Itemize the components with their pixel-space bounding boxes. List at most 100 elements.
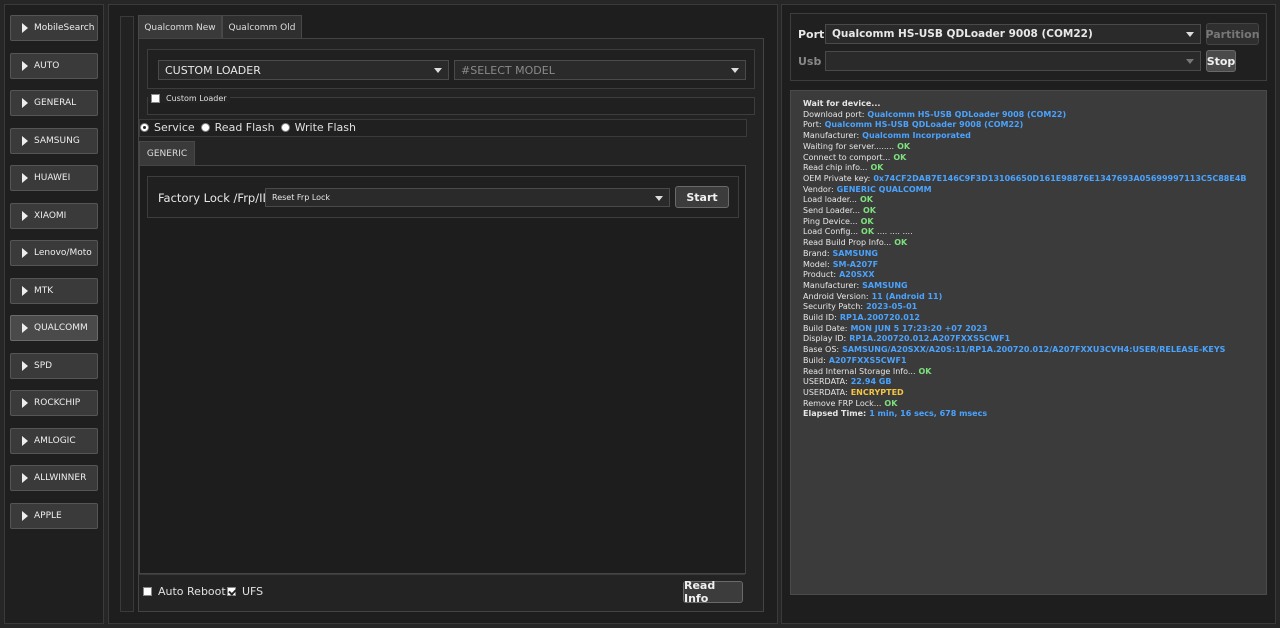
mode-label: Read Flash: [214, 121, 275, 134]
sidebar-item-xiaomi[interactable]: XIAOMI: [10, 202, 98, 229]
log-line: Download port: Qualcomm HS-USB QDLoader 9…: [803, 110, 1266, 121]
tab-qualcomm-new[interactable]: Qualcomm New: [138, 15, 222, 39]
log-text: Build ID:: [803, 313, 837, 323]
log-text: Vendor:: [803, 184, 834, 194]
radio-icon[interactable]: [140, 123, 149, 132]
port-group: Port Qualcomm HS-USB QDLoader 9008 (COM2…: [790, 13, 1267, 81]
log-text: Wait for device...: [803, 99, 881, 108]
log-value: 22.94 GB: [850, 377, 892, 387]
log-value: Qualcomm HS-USB QDLoader 9008 (COM22): [867, 109, 1067, 119]
side-rail: [120, 16, 134, 612]
sidebar-item-auto[interactable]: AUTO: [10, 52, 98, 79]
sidebar-item-label: MTK: [34, 285, 54, 296]
log-value: OK: [893, 152, 907, 162]
sidebar-item-mobilesearch[interactable]: MobileSearch: [10, 15, 98, 41]
port-select[interactable]: Qualcomm HS-USB QDLoader 9008 (COM22): [825, 24, 1201, 44]
port-label: Port: [798, 28, 825, 41]
checkbox-icon[interactable]: [151, 94, 160, 103]
chevron-down-icon: [1186, 59, 1194, 64]
play-arrow-icon: [22, 98, 28, 108]
log-text: USERDATA:: [803, 387, 848, 397]
sidebar-item-huawei[interactable]: HUAWEI: [10, 165, 98, 191]
log-text: Brand:: [803, 248, 830, 258]
log-value: OK: [894, 238, 908, 248]
sidebar-item-label: SPD: [34, 360, 53, 371]
log-text: Connect to comport...: [803, 152, 891, 162]
sidebar-item-apple[interactable]: APPLE: [10, 502, 98, 529]
mode-group: Service Read Flash Write Flash: [139, 119, 747, 137]
play-arrow-icon: [22, 285, 28, 296]
log-text: Build Date:: [803, 323, 848, 333]
sidebar-item-qualcomm[interactable]: QUALCOMM: [10, 315, 98, 341]
mode-radio-read-flash[interactable]: Read Flash: [200, 121, 275, 134]
ufs-label: UFS: [242, 585, 264, 598]
partition-button[interactable]: Partition: [1205, 23, 1260, 45]
sidebar-item-samsung[interactable]: SAMSUNG: [10, 127, 98, 154]
operation-select[interactable]: Reset Frp Lock: [265, 188, 670, 207]
bottom-bar: Auto Reboot UFS Read Info: [139, 574, 745, 607]
start-button-label: Start: [686, 190, 718, 204]
model-select[interactable]: #SELECT MODEL: [454, 60, 746, 80]
tab-qualcomm-old[interactable]: Qualcomm Old: [222, 15, 302, 39]
log-panel: Port Qualcomm HS-USB QDLoader 9008 (COM2…: [781, 4, 1276, 624]
tab-label: Qualcomm New: [144, 22, 216, 33]
sidebar-item-spd[interactable]: SPD: [10, 352, 98, 379]
mode-radio-service[interactable]: Service: [140, 121, 195, 134]
log-line: Manufacturer: Qualcomm Incorporated: [803, 131, 1266, 142]
sidebar-item-lenovo-moto[interactable]: Lenovo/Moto: [10, 240, 98, 266]
log-line: Base OS: SAMSUNG/A20SXX/A20S:11/RP1A.2007…: [803, 345, 1266, 356]
log-text: USERDATA:: [803, 377, 848, 387]
play-arrow-icon: [22, 248, 28, 258]
log-output[interactable]: Wait for device... Download port: Qualcomm…: [790, 90, 1267, 595]
stop-button[interactable]: Stop: [1206, 50, 1236, 72]
log-text: Android Version:: [803, 291, 869, 301]
radio-icon[interactable]: [280, 123, 290, 132]
usb-select[interactable]: [825, 51, 1201, 71]
sidebar-item-general[interactable]: GENERAL: [10, 90, 98, 116]
log-value: OK: [860, 216, 874, 226]
log-text: Build:: [803, 355, 826, 365]
log-value: RP1A.200720.012: [839, 313, 920, 323]
log-line: Security Patch: 2023-05-01: [803, 302, 1266, 313]
log-value: SAMSUNG: [832, 248, 878, 258]
sidebar-item-label: SAMSUNG: [34, 135, 80, 146]
tab-generic[interactable]: GENERIC: [139, 141, 195, 165]
ufs-checkbox[interactable]: UFS: [227, 585, 263, 598]
read-info-button[interactable]: Read Info: [683, 579, 743, 605]
sidebar-item-rockchip[interactable]: ROCKCHIP: [10, 390, 98, 416]
log-text: Elapsed Time:: [803, 409, 867, 419]
log-line: Read Internal Storage Info... OK: [803, 367, 1266, 378]
log-text: Waiting for server........: [803, 141, 895, 151]
sidebar-item-amlogic[interactable]: AMLOGIC: [10, 427, 98, 454]
log-text: Security Patch:: [803, 302, 864, 312]
log-value: 1 min, 16 secs, 678 msecs: [869, 409, 988, 419]
radio-icon[interactable]: [200, 123, 210, 132]
log-value: OK: [863, 206, 876, 216]
log-text: Remove FRP Lock...: [803, 398, 882, 408]
tab-label: Qualcomm Old: [228, 22, 296, 33]
operation-label: Factory Lock /Frp/ID: [158, 191, 272, 205]
auto-reboot-checkbox[interactable]: Auto Reboot: [143, 585, 226, 598]
sidebar-item-allwinner[interactable]: ALLWINNER: [10, 465, 98, 491]
custom-loader-row: Custom Loader: [147, 94, 755, 115]
log-line: Brand: SAMSUNG: [803, 249, 1266, 260]
sidebar-item-mtk[interactable]: MTK: [10, 277, 98, 304]
log-line: Read Build Prop Info... OK: [803, 238, 1266, 249]
chevron-down-icon: [731, 68, 739, 73]
log-text: Read chip info...: [803, 163, 868, 173]
loader-select[interactable]: CUSTOM LOADER: [158, 60, 449, 80]
mode-radio-write-flash[interactable]: Write Flash: [280, 121, 356, 134]
checkbox-icon[interactable]: [143, 587, 152, 596]
custom-loader-checkbox[interactable]: Custom Loader: [148, 94, 230, 103]
play-arrow-icon: [22, 510, 28, 521]
checkbox-icon[interactable]: [227, 587, 236, 596]
start-button[interactable]: Start: [675, 186, 729, 208]
play-arrow-icon: [22, 173, 28, 183]
log-value: OK: [918, 366, 932, 376]
log-value: A207FXXS5CWF1: [828, 355, 907, 365]
log-value: 0x74CF2DAB7E146C9F3D13106650D161E98876E1…: [873, 173, 1247, 183]
port-select-value: Qualcomm HS-USB QDLoader 9008 (COM22): [832, 28, 1093, 40]
sidebar-item-label: ROCKCHIP: [34, 398, 81, 408]
log-value: MON JUN 5 17:23:20 +07 2023: [850, 323, 988, 333]
play-arrow-icon: [22, 435, 28, 446]
